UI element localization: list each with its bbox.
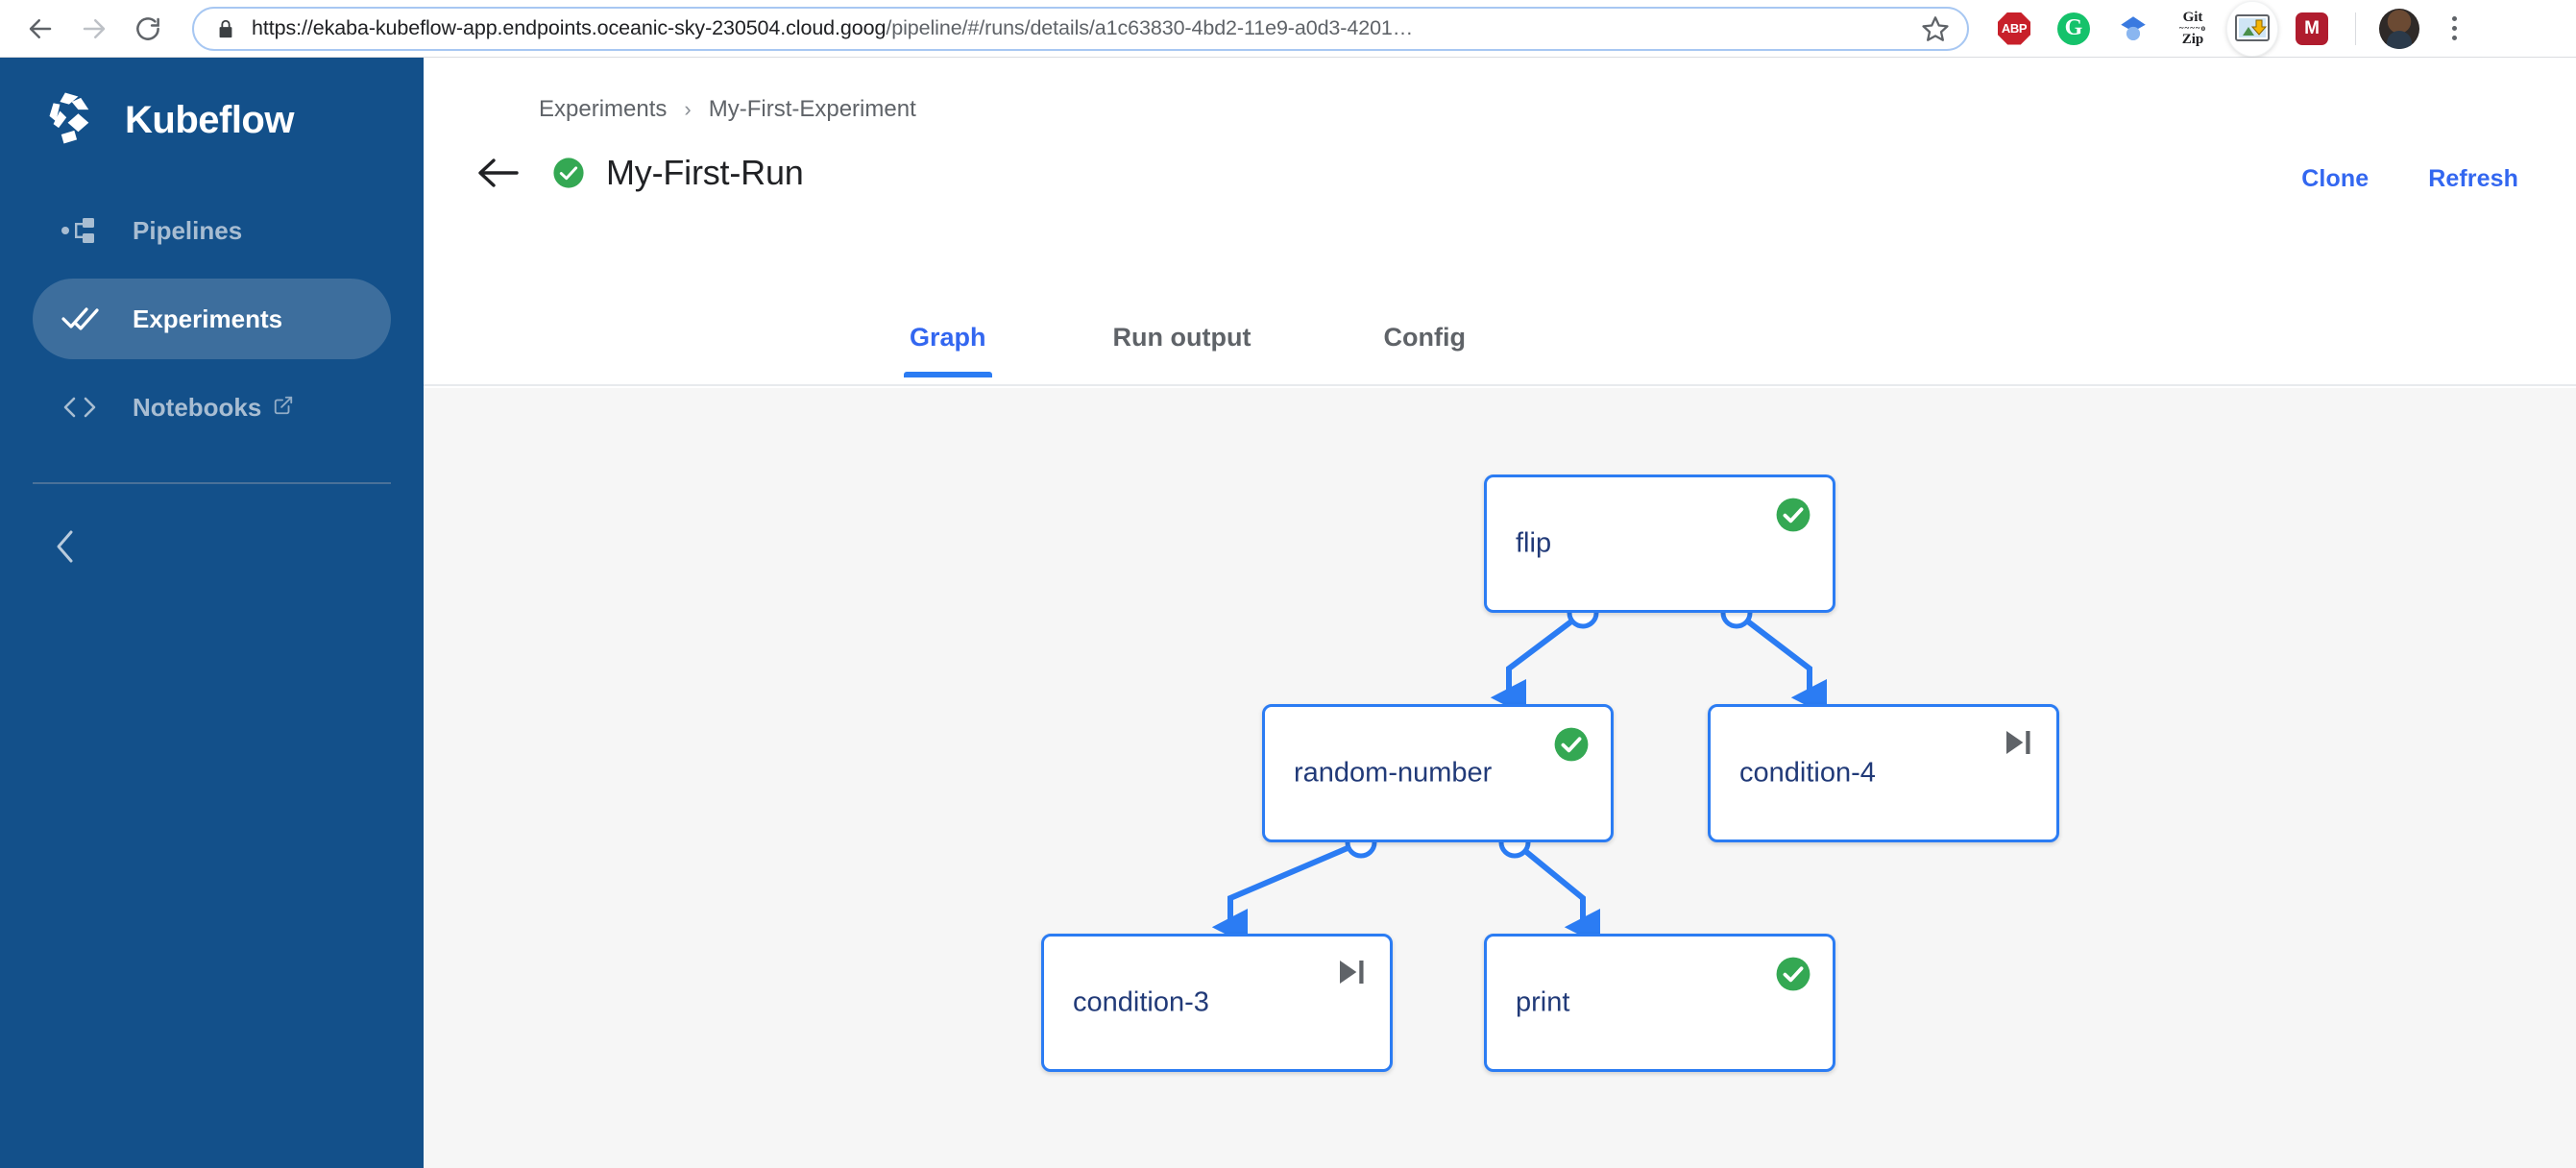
url-path-part: /pipeline/#/runs/details/a1c63830-4bd2-1… bbox=[886, 16, 1414, 39]
graph-node-flip[interactable]: flip bbox=[1484, 474, 1835, 613]
gitzip-label-bottom: Zip bbox=[2181, 31, 2204, 47]
refresh-button[interactable]: Refresh bbox=[2428, 165, 2518, 193]
url-text[interactable]: https://ekaba-kubeflow-app.endpoints.oce… bbox=[252, 16, 1911, 40]
skip-next-icon bbox=[2006, 731, 2030, 754]
breadcrumb-item-experiments[interactable]: Experiments bbox=[539, 96, 667, 123]
adblock-plus-extension[interactable]: ABP bbox=[1989, 4, 2039, 54]
sidebar: Kubeflow Pipelines Experiments Notebooks bbox=[0, 58, 424, 1168]
profile-avatar[interactable] bbox=[2374, 4, 2424, 54]
browser-reload-button[interactable] bbox=[121, 2, 175, 56]
graph-node-label: condition-4 bbox=[1739, 757, 1876, 789]
breadcrumb-item-my-first-experiment[interactable]: My-First-Experiment bbox=[709, 96, 916, 123]
graph-node-random-number[interactable]: random-number bbox=[1262, 704, 1614, 842]
grammarly-extension[interactable]: G bbox=[2049, 4, 2099, 54]
pipeline-graph-canvas[interactable]: flip random-number condition-4 condition… bbox=[424, 388, 2576, 1168]
status-success-icon bbox=[1776, 957, 1810, 991]
status-success-icon bbox=[553, 158, 584, 188]
pipelines-icon bbox=[61, 215, 109, 246]
url-host-name: ekaba-kubeflow-app.endpoints.oceanic-sky… bbox=[312, 16, 887, 39]
extensions-bar: ABP G Git ~~~~o Zip M bbox=[1984, 1, 2489, 56]
mendeley-extension[interactable]: M bbox=[2287, 4, 2337, 54]
screenshot-icon bbox=[2235, 13, 2270, 41]
reload-icon bbox=[136, 16, 159, 40]
graph-node-label: flip bbox=[1516, 527, 1552, 559]
tab-graph[interactable]: Graph bbox=[904, 305, 992, 377]
graph-node-condition-3[interactable]: condition-3 bbox=[1041, 934, 1393, 1072]
grammarly-icon: G bbox=[2057, 12, 2090, 45]
arrow-left-icon bbox=[478, 158, 519, 187]
sidebar-item-label: Experiments bbox=[133, 304, 283, 333]
avatar bbox=[2379, 8, 2419, 49]
edge-random-number-print bbox=[1513, 840, 1601, 946]
graph-node-label: print bbox=[1516, 986, 1570, 1018]
kebab-dot bbox=[2451, 16, 2457, 21]
brand[interactable]: Kubeflow bbox=[0, 58, 424, 182]
adblock-plus-icon: ABP bbox=[1998, 12, 2030, 45]
page-back-button[interactable] bbox=[464, 157, 531, 189]
main-panel: Experiments › My-First-Experiment My-Fir… bbox=[424, 58, 2576, 1168]
sidebar-item-label: Pipelines bbox=[133, 215, 243, 245]
gitzip-label-top: Git bbox=[2182, 9, 2203, 25]
mendeley-icon: M bbox=[2296, 12, 2328, 45]
edge-random-number-condition-3 bbox=[1211, 840, 1363, 946]
header-actions: Clone Refresh bbox=[2301, 165, 2518, 193]
diamond-extension[interactable] bbox=[2108, 4, 2158, 54]
brand-name: Kubeflow bbox=[125, 98, 294, 141]
code-brackets-icon bbox=[61, 395, 109, 420]
title-row: My-First-Run bbox=[464, 142, 804, 204]
address-bar[interactable]: https://ekaba-kubeflow-app.endpoints.oce… bbox=[192, 6, 1969, 51]
sidebar-item-experiments[interactable]: Experiments bbox=[33, 279, 391, 359]
kebab-dot bbox=[2451, 26, 2457, 31]
browser-forward-button[interactable] bbox=[67, 2, 121, 56]
external-link-icon bbox=[273, 393, 294, 423]
screenshot-extension-highlight bbox=[2227, 1, 2277, 56]
browser-toolbar: https://ekaba-kubeflow-app.endpoints.oce… bbox=[0, 0, 2576, 58]
chevron-left-icon bbox=[57, 530, 73, 563]
edge-flip-condition-4 bbox=[1735, 610, 1828, 717]
status-success-icon bbox=[1776, 498, 1810, 532]
sidebar-item-notebooks[interactable]: Notebooks bbox=[33, 367, 391, 448]
gitzip-icon: Git ~~~~o Zip bbox=[2179, 9, 2206, 47]
arrow-right-icon bbox=[83, 18, 106, 38]
tab-config[interactable]: Config bbox=[1377, 305, 1470, 376]
status-success-icon bbox=[1554, 727, 1589, 762]
lock-icon bbox=[219, 19, 232, 37]
clone-button[interactable]: Clone bbox=[2301, 165, 2369, 193]
browser-back-button[interactable] bbox=[13, 2, 67, 56]
breadcrumb: Experiments › My-First-Experiment bbox=[539, 96, 916, 123]
sidebar-divider bbox=[33, 482, 391, 484]
sidebar-item-label: Notebooks bbox=[133, 392, 262, 422]
kubeflow-logo-icon bbox=[49, 92, 89, 144]
page-title: My-First-Run bbox=[606, 153, 804, 192]
breadcrumb-separator: › bbox=[684, 97, 692, 121]
arrow-left-icon bbox=[29, 18, 52, 38]
screenshot-extension[interactable] bbox=[2227, 1, 2277, 56]
graph-node-condition-4[interactable]: condition-4 bbox=[1708, 704, 2059, 842]
double-check-icon bbox=[61, 305, 109, 332]
gitzip-extension[interactable]: Git ~~~~o Zip bbox=[2168, 4, 2218, 54]
star-icon[interactable] bbox=[1921, 14, 1950, 43]
sidebar-collapse-button[interactable] bbox=[0, 528, 424, 570]
url-host-part: https:// bbox=[252, 16, 313, 39]
tab-run-output[interactable]: Run output bbox=[1107, 305, 1257, 376]
tab-bar: Graph Run output Config bbox=[424, 305, 2576, 386]
graph-node-print[interactable]: print bbox=[1484, 934, 1835, 1072]
kebab-menu-icon[interactable] bbox=[2429, 4, 2479, 54]
skip-next-icon bbox=[1340, 961, 1364, 984]
graph-node-label: condition-3 bbox=[1073, 986, 1209, 1018]
graph-node-label: random-number bbox=[1294, 757, 1493, 789]
diamond-icon bbox=[2121, 15, 2146, 40]
sidebar-item-pipelines[interactable]: Pipelines bbox=[33, 190, 391, 271]
edge-flip-random-number bbox=[1490, 610, 1585, 717]
toolbar-divider bbox=[2355, 12, 2356, 45]
kebab-dot bbox=[2451, 36, 2457, 40]
